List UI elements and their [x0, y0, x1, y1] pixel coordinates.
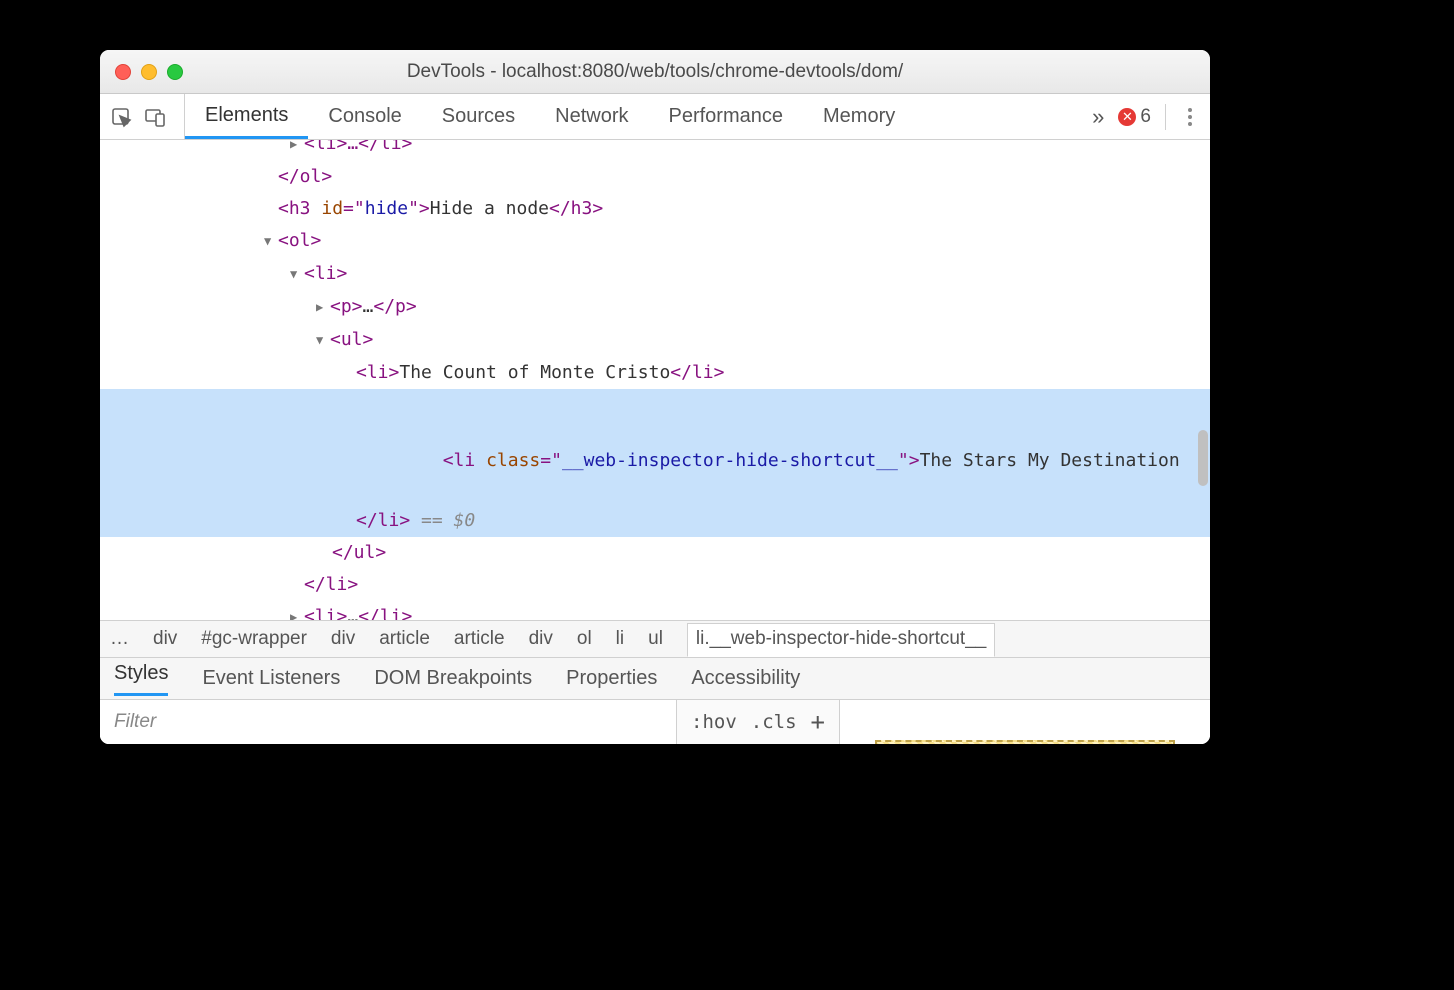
- tab-memory[interactable]: Memory: [803, 94, 915, 139]
- dom-row[interactable]: <li>: [100, 258, 1210, 291]
- tab-styles[interactable]: Styles: [114, 662, 168, 696]
- tab-console[interactable]: Console: [308, 94, 421, 139]
- crumb[interactable]: div: [153, 628, 177, 650]
- devtools-toolbar: Elements Console Sources Network Perform…: [100, 94, 1210, 140]
- tab-elements[interactable]: Elements: [185, 94, 308, 139]
- tab-network[interactable]: Network: [535, 94, 648, 139]
- cls-toggle[interactable]: .cls: [751, 711, 797, 733]
- error-badge[interactable]: ✕ 6: [1118, 106, 1151, 128]
- kebab-menu-icon[interactable]: [1180, 108, 1200, 126]
- tab-dom-breakpoints[interactable]: DOM Breakpoints: [374, 667, 532, 690]
- tab-event-listeners[interactable]: Event Listeners: [202, 667, 340, 690]
- error-count: 6: [1140, 106, 1151, 128]
- tab-performance[interactable]: Performance: [649, 94, 804, 139]
- panel-tabs: Elements Console Sources Network Perform…: [185, 94, 915, 139]
- dom-row[interactable]: <ol>: [100, 225, 1210, 258]
- crumb[interactable]: div: [529, 628, 553, 650]
- elements-panel[interactable]: <li>…</li> </ol> <h3 id="hide">Hide a no…: [100, 140, 1210, 620]
- tab-sources[interactable]: Sources: [422, 94, 535, 139]
- styles-toggles: :hov .cls +: [677, 700, 840, 744]
- error-icon: ✕: [1118, 108, 1136, 126]
- box-model-preview: [840, 700, 1210, 744]
- crumb[interactable]: ol: [577, 628, 592, 650]
- inspect-element-icon[interactable]: [110, 106, 132, 128]
- dom-row[interactable]: <li>The Count of Monte Cristo</li>: [100, 357, 1210, 389]
- dom-row[interactable]: </li>: [100, 569, 1210, 601]
- hov-toggle[interactable]: :hov: [691, 711, 737, 733]
- crumb[interactable]: ul: [648, 628, 663, 650]
- crumb[interactable]: …: [110, 628, 129, 650]
- dom-row[interactable]: </ol>: [100, 161, 1210, 193]
- dom-row[interactable]: <ul>: [100, 324, 1210, 357]
- dom-tree[interactable]: <li>…</li> </ol> <h3 id="hide">Hide a no…: [100, 140, 1210, 620]
- dom-row-selected[interactable]: </li> == $0: [100, 505, 1210, 537]
- new-style-rule-icon[interactable]: +: [811, 708, 825, 736]
- close-icon[interactable]: [115, 64, 131, 80]
- traffic-lights: [100, 64, 183, 80]
- styles-filter-row: :hov .cls +: [100, 700, 1210, 744]
- margin-box-icon: [875, 740, 1175, 744]
- zoom-icon[interactable]: [167, 64, 183, 80]
- crumb[interactable]: li: [616, 628, 624, 650]
- device-toolbar-icon[interactable]: [144, 106, 166, 128]
- crumb[interactable]: #gc-wrapper: [201, 628, 307, 650]
- styles-filter-input[interactable]: [100, 700, 677, 744]
- tabs-overflow-icon[interactable]: »: [1092, 104, 1104, 130]
- minimize-icon[interactable]: [141, 64, 157, 80]
- crumb[interactable]: article: [379, 628, 430, 650]
- dom-row[interactable]: <li>…</li>: [100, 140, 1210, 161]
- tab-properties[interactable]: Properties: [566, 667, 657, 690]
- dom-row[interactable]: <p>…</p>: [100, 291, 1210, 324]
- dom-row[interactable]: <li>…</li>: [100, 601, 1210, 620]
- dom-row-selected[interactable]: <li class="__web-inspector-hide-shortcut…: [100, 389, 1210, 505]
- dom-row[interactable]: </ul>: [100, 537, 1210, 569]
- scrollbar-thumb[interactable]: [1198, 430, 1208, 486]
- dom-row[interactable]: <h3 id="hide">Hide a node</h3>: [100, 193, 1210, 225]
- crumb[interactable]: article: [454, 628, 505, 650]
- window-title: DevTools - localhost:8080/web/tools/chro…: [100, 61, 1210, 83]
- separator: [1165, 104, 1166, 130]
- tab-accessibility[interactable]: Accessibility: [691, 667, 800, 690]
- titlebar: DevTools - localhost:8080/web/tools/chro…: [100, 50, 1210, 94]
- crumb-selected[interactable]: li.__web-inspector-hide-shortcut__: [687, 623, 995, 657]
- dom-breadcrumbs[interactable]: … div #gc-wrapper div article article di…: [100, 620, 1210, 658]
- crumb[interactable]: div: [331, 628, 355, 650]
- sidebar-tabs: Styles Event Listeners DOM Breakpoints P…: [100, 658, 1210, 700]
- devtools-window: DevTools - localhost:8080/web/tools/chro…: [100, 50, 1210, 744]
